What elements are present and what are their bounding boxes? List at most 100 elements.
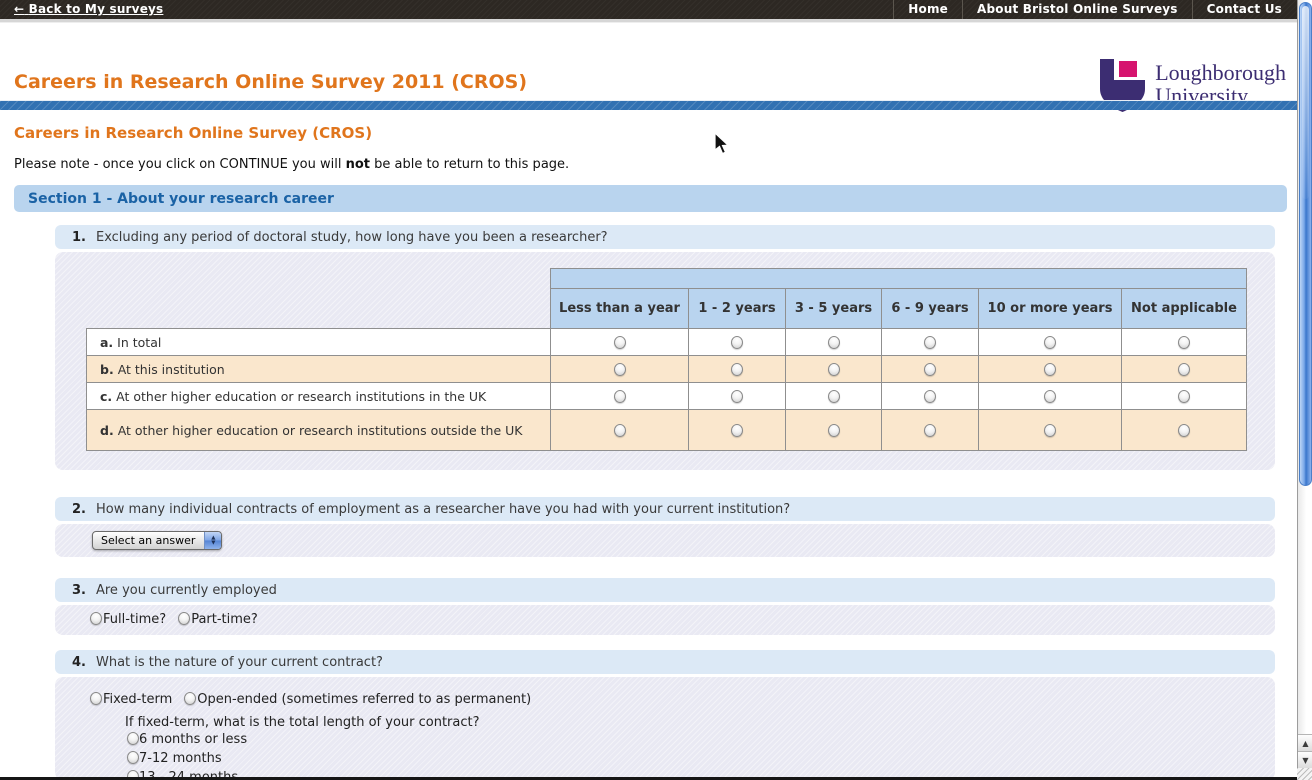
radio-cell — [979, 383, 1122, 410]
radio-cell — [786, 329, 882, 356]
nav-contact-us[interactable]: Contact Us — [1192, 0, 1296, 19]
mouse-cursor-icon — [714, 132, 730, 156]
grid-column-headers: Less than a year 1 - 2 years 3 - 5 years… — [87, 289, 1247, 329]
back-to-surveys-link[interactable]: ← Back to My surveys — [14, 2, 163, 16]
survey-title: Careers in Research Online Survey 2011 (… — [14, 71, 527, 93]
top-bar: ← Back to My surveys Home About Bristol … — [0, 0, 1312, 19]
radio-button[interactable] — [924, 390, 936, 403]
grid-header-spacer — [551, 269, 1247, 289]
radio-button[interactable] — [731, 424, 743, 437]
radio-cell — [979, 410, 1122, 451]
radio-cell — [786, 410, 882, 451]
radio-button[interactable] — [614, 363, 626, 376]
radio-cell — [1122, 329, 1247, 356]
radio-button[interactable] — [828, 363, 840, 376]
radio-cell — [786, 356, 882, 383]
column-header: Not applicable — [1122, 289, 1247, 329]
radio-cell — [882, 329, 979, 356]
radio-cell — [689, 410, 786, 451]
table-row: c. At other higher education or research… — [87, 383, 1247, 410]
radio-button[interactable] — [127, 732, 139, 745]
radio-cell — [689, 383, 786, 410]
q4-sub-question: If fixed-term, what is the total length … — [125, 715, 480, 730]
radio-cell — [551, 383, 689, 410]
column-header: 6 - 9 years — [882, 289, 979, 329]
page-header: Careers in Research Online Survey 2011 (… — [0, 23, 1312, 100]
scroll-up-button[interactable]: ▲ — [1298, 734, 1312, 751]
question-text: How many individual contracts of employm… — [96, 502, 790, 517]
scroll-up-icon: ▲ — [1302, 739, 1308, 748]
radio-cell — [689, 356, 786, 383]
radio-button[interactable] — [924, 424, 936, 437]
radio-cell — [1122, 410, 1247, 451]
column-header: Less than a year — [551, 289, 689, 329]
q4-options: Fixed-termOpen-ended (sometimes referred… — [90, 692, 543, 707]
radio-button[interactable] — [1178, 336, 1190, 349]
vertical-scrollbar[interactable]: ▲ ▼ — [1297, 0, 1312, 780]
radio-cell — [1122, 356, 1247, 383]
radio-button[interactable] — [614, 336, 626, 349]
nav-about-bos[interactable]: About Bristol Online Surveys — [962, 0, 1192, 19]
radio-button[interactable] — [731, 363, 743, 376]
column-header: 10 or more years — [979, 289, 1122, 329]
question-2-header: 2. How many individual contracts of empl… — [55, 497, 1275, 521]
radio-button[interactable] — [90, 612, 102, 625]
radio-cell — [1122, 383, 1247, 410]
radio-button[interactable] — [1044, 390, 1056, 403]
radio-button[interactable] — [178, 612, 190, 625]
radio-cell — [979, 329, 1122, 356]
radio-button[interactable] — [1044, 336, 1056, 349]
radio-button[interactable] — [184, 692, 196, 705]
select-value: Select an answer — [93, 532, 204, 549]
radio-button[interactable] — [614, 424, 626, 437]
continue-warning-note: Please note - once you click on CONTINUE… — [14, 157, 569, 172]
question-number: 2. — [72, 502, 86, 517]
q4-sub-option: 7-12 months — [127, 751, 222, 766]
radio-button[interactable] — [127, 751, 139, 764]
select-stepper-icon: ▲▼ — [204, 532, 221, 549]
top-navigation: Home About Bristol Online Surveys Contac… — [893, 0, 1296, 19]
option-label: Full-time? — [103, 612, 166, 627]
radio-button[interactable] — [731, 390, 743, 403]
table-row: b. At this institution — [87, 356, 1247, 383]
section-1-header: Section 1 - About your research career — [14, 185, 1287, 212]
browser-page: ← Back to My surveys Home About Bristol … — [0, 0, 1312, 780]
scroll-down-button[interactable]: ▼ — [1298, 751, 1312, 768]
back-arrow-icon: ← — [14, 2, 24, 16]
radio-button[interactable] — [90, 692, 102, 705]
radio-button[interactable] — [828, 424, 840, 437]
radio-button[interactable] — [828, 390, 840, 403]
scrollbar-thumb[interactable] — [1299, 2, 1312, 486]
question-4-body: Fixed-termOpen-ended (sometimes referred… — [55, 677, 1275, 780]
radio-button[interactable] — [614, 390, 626, 403]
option-label: 7-12 months — [139, 751, 222, 766]
question-1-header: 1. Excluding any period of doctoral stud… — [55, 225, 1275, 249]
radio-button[interactable] — [1178, 363, 1190, 376]
question-number: 4. — [72, 655, 86, 670]
radio-cell — [551, 410, 689, 451]
column-header: 1 - 2 years — [689, 289, 786, 329]
radio-button[interactable] — [1044, 363, 1056, 376]
question-number: 1. — [72, 230, 86, 245]
option-label: Part-time? — [191, 612, 258, 627]
page-title: Careers in Research Online Survey (CROS) — [14, 124, 372, 142]
radio-button[interactable] — [924, 363, 936, 376]
radio-cell — [689, 329, 786, 356]
radio-button[interactable] — [731, 336, 743, 349]
question-1-body: Less than a year 1 - 2 years 3 - 5 years… — [55, 252, 1275, 470]
radio-button[interactable] — [1178, 390, 1190, 403]
column-header: 3 - 5 years — [786, 289, 882, 329]
question-3-header: 3. Are you currently employed — [55, 578, 1275, 602]
window-resize-handle[interactable] — [1297, 768, 1312, 780]
radio-cell — [979, 356, 1122, 383]
q4-sub-option: 6 months or less — [127, 732, 247, 747]
nav-home[interactable]: Home — [893, 0, 962, 19]
radio-cell — [882, 383, 979, 410]
contracts-select[interactable]: Select an answer ▲▼ — [92, 531, 222, 550]
radio-button[interactable] — [924, 336, 936, 349]
radio-button[interactable] — [1044, 424, 1056, 437]
table-row: d. At other higher education or research… — [87, 410, 1247, 451]
radio-cell — [882, 356, 979, 383]
radio-button[interactable] — [828, 336, 840, 349]
radio-button[interactable] — [1178, 424, 1190, 437]
